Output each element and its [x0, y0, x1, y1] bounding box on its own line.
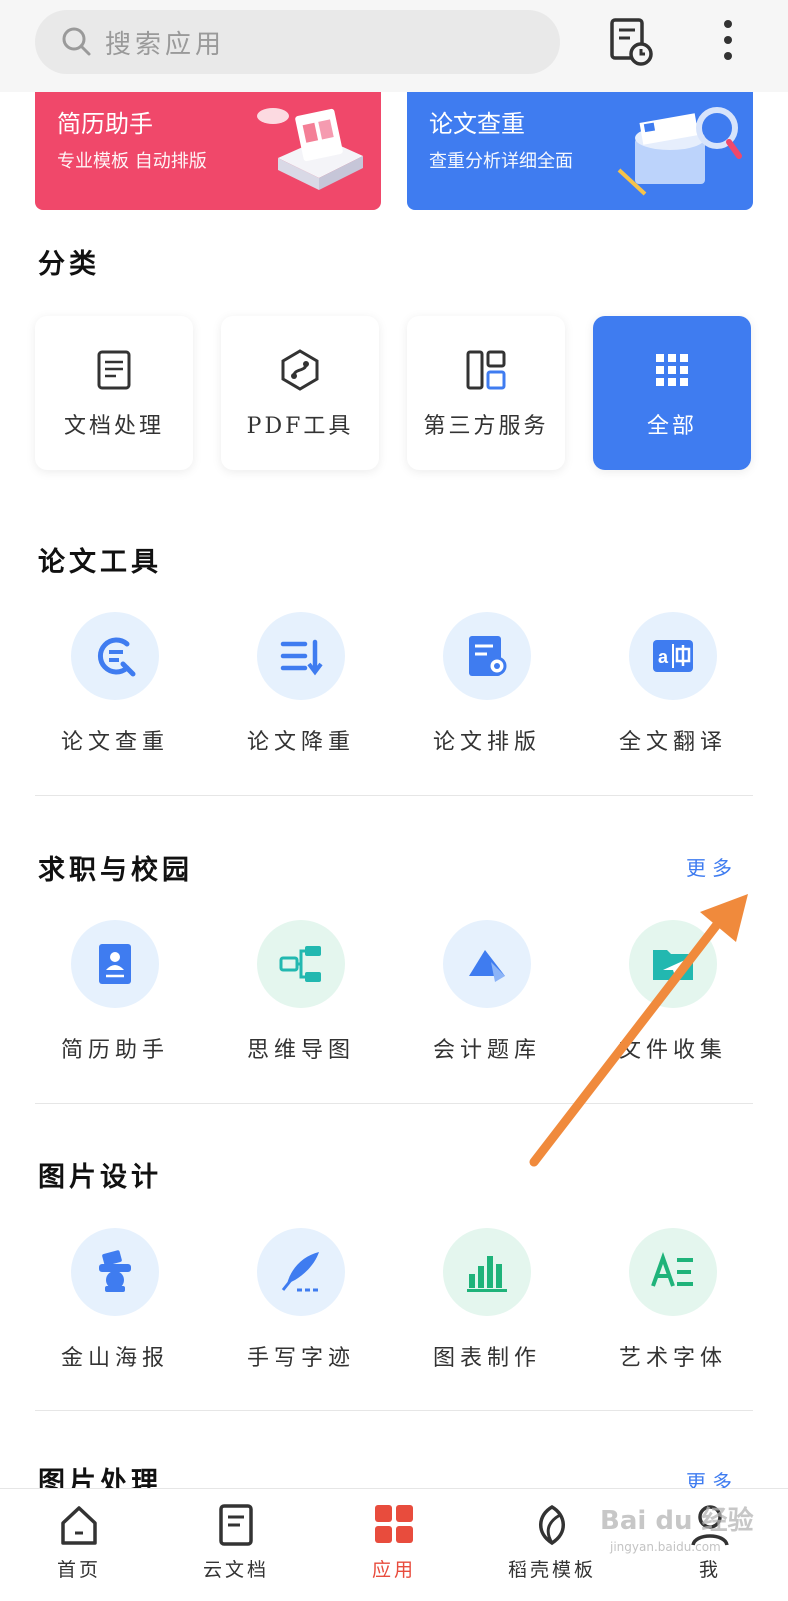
tool-paper-reduce[interactable]: 论文降重	[207, 612, 393, 782]
paper-check-illustration-icon	[617, 107, 742, 196]
watermark-url: jingyan.baidu.com	[610, 1540, 721, 1554]
mindmap-icon	[279, 946, 321, 982]
tool-paper-format[interactable]: 论文排版	[393, 612, 579, 782]
banner-subtitle: 查重分析详细全面	[429, 151, 573, 172]
tool-mind-map[interactable]: 思维导图	[207, 920, 393, 1090]
leaf-icon	[539, 1504, 565, 1546]
accounting-icon	[469, 950, 505, 982]
top-bar: 搜索应用	[0, 0, 788, 92]
category-section-title: 分类	[38, 249, 100, 280]
chart-icon	[467, 1256, 507, 1292]
nav-label: 首页	[56, 1559, 101, 1581]
tool-art-font[interactable]: 艺术字体	[579, 1228, 765, 1398]
pdf-icon	[281, 349, 319, 391]
tool-label: 金山海报	[60, 1346, 169, 1371]
layout-grid-icon	[466, 350, 506, 390]
category-label: PDF工具	[246, 414, 354, 439]
image-design-section-title: 图片设计	[38, 1162, 162, 1193]
paper-reduce-icon	[280, 639, 323, 676]
tool-accounting-questions[interactable]: 会计题库	[393, 920, 579, 1090]
nav-apps[interactable]: 应用	[324, 1503, 464, 1595]
tool-label: 文件收集	[618, 1038, 727, 1063]
category-pdf-tools[interactable]: PDF工具	[221, 316, 379, 470]
nav-label: 稻壳模板	[507, 1559, 596, 1581]
tool-label: 手写字迹	[246, 1346, 355, 1371]
handwriting-icon	[281, 1252, 319, 1292]
tool-label: 全文翻译	[618, 730, 727, 755]
search-placeholder: 搜索应用	[105, 30, 226, 60]
all-apps-icon	[656, 354, 688, 386]
search-icon	[62, 27, 91, 56]
tool-paper-check[interactable]: 论文查重	[21, 612, 207, 782]
category-label: 文档处理	[63, 414, 164, 439]
divider	[35, 1103, 753, 1104]
category-label: 第三方服务	[423, 414, 549, 439]
tool-kingsoft-poster[interactable]: 金山海报	[21, 1228, 207, 1398]
history-icon[interactable]	[606, 16, 658, 68]
banner-resume-assistant[interactable]: 简历助手 专业模板 自动排版	[35, 92, 381, 210]
resume-illustration-icon	[257, 108, 363, 190]
svg-text:a: a	[658, 647, 669, 667]
nav-home[interactable]: 首页	[9, 1503, 149, 1595]
paper-check-icon	[97, 637, 136, 677]
art-font-icon	[651, 1252, 693, 1287]
nav-label: 云文档	[202, 1559, 269, 1581]
watermark: Bai du 经验	[600, 1506, 754, 1536]
paper-format-icon	[469, 636, 507, 676]
banner-title: 简历助手	[57, 110, 153, 138]
banner-paper-check[interactable]: 论文查重 查重分析详细全面	[407, 92, 753, 210]
career-more-link[interactable]: 更多	[686, 852, 738, 881]
category-third-party-services[interactable]: 第三方服务	[407, 316, 565, 470]
category-all[interactable]: 全部	[593, 316, 751, 470]
tool-chart-maker[interactable]: 图表制作	[393, 1228, 579, 1398]
search-input[interactable]: 搜索应用	[35, 10, 560, 74]
tool-label: 图表制作	[432, 1346, 541, 1371]
cloud-doc-icon	[219, 1504, 253, 1546]
tool-label: 会计题库	[432, 1038, 541, 1063]
tool-full-translation[interactable]: a 全文翻译	[579, 612, 765, 782]
tool-file-collection[interactable]: 文件收集	[579, 920, 765, 1090]
home-icon	[61, 1506, 97, 1545]
nav-label: 应用	[371, 1559, 416, 1581]
career-section-title: 求职与校园	[38, 855, 193, 886]
nav-label: 我	[698, 1559, 721, 1581]
category-document-processing[interactable]: 文档处理	[35, 316, 193, 470]
tool-label: 思维导图	[246, 1038, 355, 1063]
poster-icon	[99, 1250, 131, 1292]
tool-label: 论文降重	[246, 730, 355, 755]
tool-resume-assistant[interactable]: 简历助手	[21, 920, 207, 1090]
more-vertical-icon[interactable]	[708, 16, 748, 68]
category-label: 全部	[646, 414, 697, 439]
translate-icon: a	[653, 640, 693, 672]
banner-subtitle: 专业模板 自动排版	[57, 151, 207, 172]
tool-label: 论文查重	[60, 730, 169, 755]
apps-icon	[375, 1505, 413, 1543]
document-icon	[97, 350, 131, 390]
banner-title: 论文查重	[429, 110, 525, 138]
divider	[35, 1410, 753, 1411]
divider	[35, 795, 753, 796]
tool-handwriting[interactable]: 手写字迹	[207, 1228, 393, 1398]
tool-label: 论文排版	[432, 730, 541, 755]
tool-label: 艺术字体	[618, 1346, 727, 1371]
resume-icon	[99, 944, 131, 984]
nav-cloud-docs[interactable]: 云文档	[166, 1503, 306, 1595]
tool-label: 简历助手	[60, 1038, 169, 1063]
file-collect-icon	[653, 950, 693, 980]
paper-tools-section-title: 论文工具	[38, 547, 162, 578]
